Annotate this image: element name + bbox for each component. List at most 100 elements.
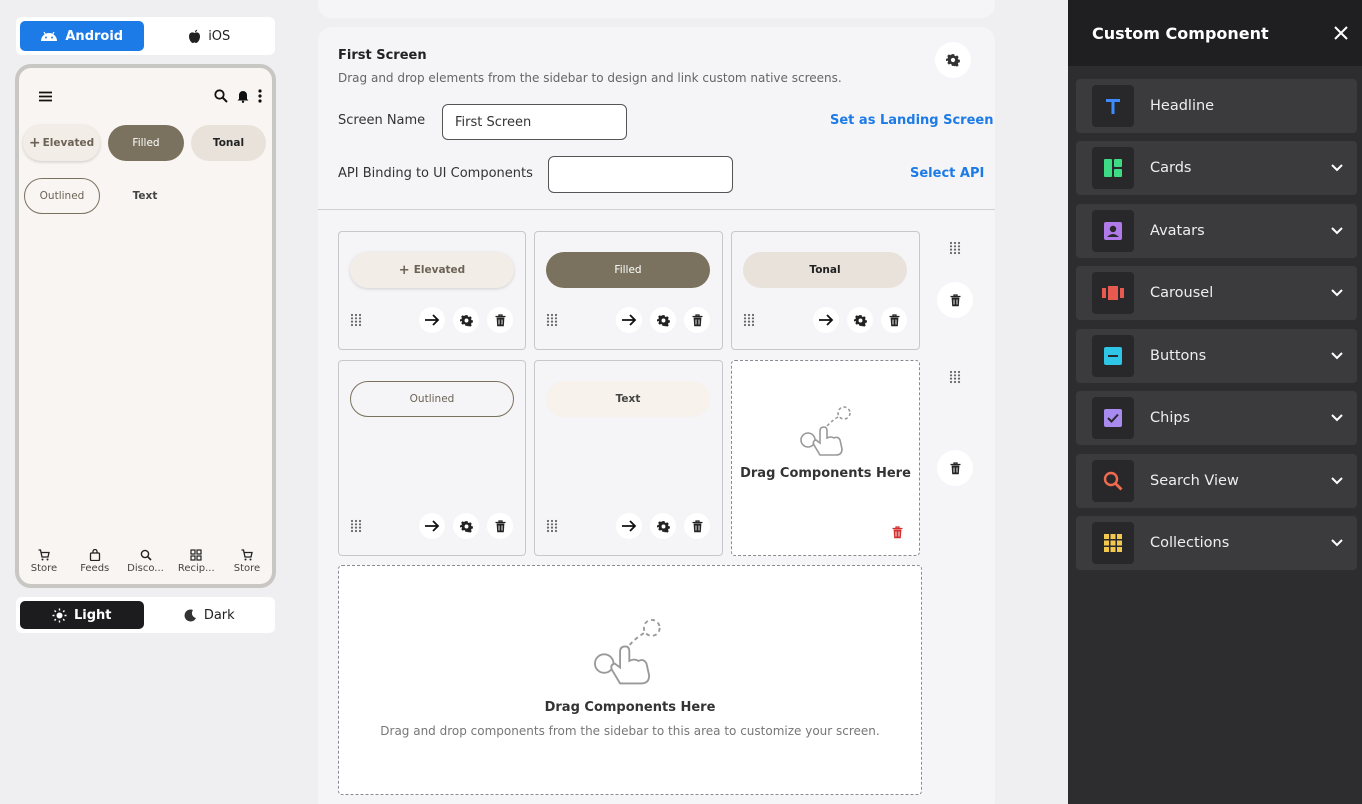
api-binding-label: API Binding to UI Components bbox=[338, 166, 533, 181]
cell-delete-button[interactable] bbox=[487, 307, 513, 333]
preview-outlined-button[interactable]: Outlined bbox=[24, 178, 100, 214]
cell-toolbar bbox=[350, 513, 513, 539]
chips-icon bbox=[1092, 397, 1134, 439]
preview-filled-button[interactable]: Filled bbox=[108, 125, 184, 161]
panel-item-avatars[interactable]: Avatars bbox=[1076, 204, 1357, 258]
cart-icon bbox=[38, 549, 50, 561]
select-api-link[interactable]: Select API bbox=[910, 166, 984, 181]
cell-delete-button[interactable] bbox=[684, 513, 710, 539]
nav-item-store[interactable]: Store bbox=[21, 549, 67, 574]
cell-settings-button[interactable] bbox=[847, 307, 873, 333]
arrow-right-icon bbox=[819, 314, 834, 326]
preview-tonal-button[interactable]: Tonal bbox=[191, 125, 266, 161]
custom-component-panel: Custom Component Headline Cards Avatars … bbox=[1068, 0, 1362, 804]
panel-item-carousel[interactable]: Carousel bbox=[1076, 266, 1357, 320]
tonal-button[interactable]: Tonal bbox=[743, 252, 907, 288]
cell-settings-button[interactable] bbox=[650, 307, 676, 333]
set-landing-screen-link[interactable]: Set as Landing Screen bbox=[830, 113, 993, 128]
gear-icon bbox=[656, 314, 670, 327]
arrow-right-icon bbox=[425, 520, 440, 532]
cell-delete-button[interactable] bbox=[684, 307, 710, 333]
gear-icon bbox=[459, 520, 473, 533]
cell-delete-button[interactable] bbox=[881, 307, 907, 333]
ios-tab[interactable]: iOS bbox=[148, 21, 272, 51]
drag-handle-icon[interactable] bbox=[546, 313, 558, 327]
screen-settings-button[interactable] bbox=[935, 42, 971, 78]
outlined-button[interactable]: Outlined bbox=[350, 381, 514, 417]
chevron-down-icon bbox=[1331, 477, 1343, 485]
row-delete-button[interactable] bbox=[937, 450, 973, 486]
drag-handle-icon[interactable] bbox=[546, 519, 558, 533]
trash-icon bbox=[495, 519, 505, 532]
row-delete-button[interactable] bbox=[937, 282, 973, 318]
light-theme-tab[interactable]: Light bbox=[20, 601, 144, 629]
nav-item-discover[interactable]: Disco... bbox=[123, 549, 169, 574]
chevron-down-icon bbox=[1331, 227, 1343, 235]
plus-icon: + bbox=[28, 135, 41, 151]
phone-preview: + Elevated Filled Tonal Outlined Text Sto… bbox=[15, 64, 276, 588]
panel-item-buttons[interactable]: Buttons bbox=[1076, 329, 1357, 383]
panel-item-chips[interactable]: Chips bbox=[1076, 391, 1357, 445]
nav-item-feeds[interactable]: Feeds bbox=[72, 549, 118, 574]
panel-item-collections[interactable]: Collections bbox=[1076, 516, 1357, 570]
main-drop-zone[interactable]: Drag Components Here Drag and drop compo… bbox=[338, 565, 922, 795]
link-arrow-button[interactable] bbox=[616, 513, 642, 539]
row-drag-handle-icon[interactable] bbox=[949, 370, 961, 384]
moon-icon bbox=[184, 608, 196, 621]
drag-handle-icon[interactable] bbox=[743, 313, 755, 327]
cell-delete-button[interactable] bbox=[487, 513, 513, 539]
light-label: Light bbox=[73, 607, 112, 623]
grid-cell-text[interactable]: Text bbox=[534, 360, 723, 556]
text-button[interactable]: Text bbox=[546, 381, 710, 417]
cell-toolbar bbox=[546, 307, 710, 333]
arrow-right-icon bbox=[622, 520, 637, 532]
grid-cell-outlined[interactable]: Outlined bbox=[338, 360, 526, 556]
phone-bottom-nav: Store Feeds Disco... Recip... Store bbox=[19, 549, 272, 574]
link-arrow-button[interactable] bbox=[419, 513, 445, 539]
android-tab[interactable]: Android bbox=[20, 21, 144, 51]
nav-item-recipes[interactable]: Recip... bbox=[173, 549, 219, 574]
search-icon bbox=[140, 549, 152, 561]
apple-icon bbox=[189, 29, 201, 43]
search-icon bbox=[1092, 460, 1134, 502]
panel-item-search-view[interactable]: Search View bbox=[1076, 454, 1357, 508]
dark-theme-tab[interactable]: Dark bbox=[148, 601, 272, 629]
cell-drop-zone[interactable]: Drag Components Here bbox=[731, 360, 920, 556]
grid-cell-filled[interactable]: Filled bbox=[534, 231, 723, 350]
search-icon[interactable] bbox=[214, 89, 228, 103]
preview-text-button[interactable]: Text bbox=[109, 178, 181, 214]
screen-name-input[interactable]: First Screen bbox=[442, 104, 627, 140]
more-vert-icon[interactable] bbox=[258, 89, 262, 103]
panel-item-headline[interactable]: Headline bbox=[1076, 79, 1357, 133]
drag-handle-icon[interactable] bbox=[350, 519, 362, 533]
cell-settings-button[interactable] bbox=[453, 307, 479, 333]
drag-handle-icon[interactable] bbox=[350, 313, 362, 327]
menu-icon[interactable] bbox=[39, 91, 52, 102]
link-arrow-button[interactable] bbox=[813, 307, 839, 333]
trash-icon[interactable] bbox=[892, 526, 903, 539]
trash-icon bbox=[692, 519, 702, 532]
sun-icon bbox=[52, 608, 67, 622]
cell-settings-button[interactable] bbox=[650, 513, 676, 539]
chevron-down-icon bbox=[1331, 352, 1343, 360]
grid-cell-elevated[interactable]: + Elevated bbox=[338, 231, 526, 350]
drag-hand-icon bbox=[800, 406, 851, 456]
close-icon[interactable] bbox=[1334, 26, 1348, 40]
cell-settings-button[interactable] bbox=[453, 513, 479, 539]
filled-button[interactable]: Filled bbox=[546, 252, 710, 288]
elevated-button[interactable]: + Elevated bbox=[350, 252, 514, 288]
grid-cell-tonal[interactable]: Tonal bbox=[731, 231, 920, 350]
bell-icon[interactable] bbox=[237, 89, 249, 103]
arrow-right-icon bbox=[622, 314, 637, 326]
link-arrow-button[interactable] bbox=[616, 307, 642, 333]
nav-item-store-2[interactable]: Store bbox=[224, 549, 270, 574]
link-arrow-button[interactable] bbox=[419, 307, 445, 333]
carousel-icon bbox=[1092, 272, 1134, 314]
api-binding-input[interactable] bbox=[548, 156, 733, 193]
preview-elevated-button[interactable]: + Elevated bbox=[23, 125, 100, 161]
row-drag-handle-icon[interactable] bbox=[949, 241, 961, 255]
arrow-right-icon bbox=[425, 314, 440, 326]
panel-item-cards[interactable]: Cards bbox=[1076, 141, 1357, 195]
android-icon bbox=[41, 31, 58, 41]
trash-icon bbox=[495, 313, 505, 326]
